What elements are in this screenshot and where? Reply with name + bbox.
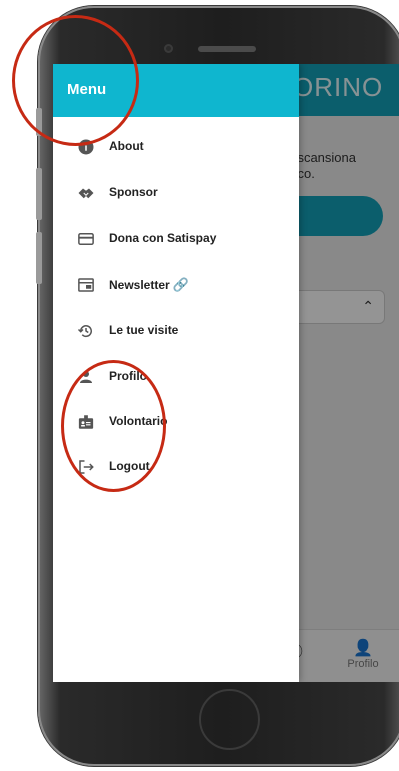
menu-label-newsletter: Newsletter 🔗	[109, 277, 189, 293]
newsletter-icon	[78, 278, 94, 292]
front-camera	[164, 44, 173, 53]
annotation-circle-menu	[12, 15, 139, 146]
menu-label-visite: Le tue visite	[109, 323, 179, 337]
menu-label-about: About	[109, 139, 144, 153]
menu-item-newsletter[interactable]: Newsletter 🔗	[53, 265, 299, 305]
menu-item-le-tue-visite[interactable]: Le tue visite	[53, 311, 299, 351]
menu-label-dona: Dona con Satispay	[109, 231, 217, 245]
speaker-grille	[198, 46, 256, 52]
link-icon: 🔗	[172, 277, 189, 292]
menu-item-sponsor[interactable]: Sponsor	[53, 173, 299, 213]
menu-item-dona-con-satispay[interactable]: Dona con Satispay	[53, 219, 299, 259]
home-button[interactable]	[199, 689, 260, 750]
volume-up-button	[36, 168, 42, 220]
annotation-circle-profilo-volontario	[61, 360, 166, 492]
credit-card-icon	[78, 233, 94, 245]
menu-label-sponsor: Sponsor	[109, 185, 158, 199]
volume-down-button	[36, 232, 42, 284]
newsletter-text: Newsletter	[109, 278, 170, 292]
handshake-icon	[78, 188, 94, 199]
history-icon	[77, 325, 92, 338]
